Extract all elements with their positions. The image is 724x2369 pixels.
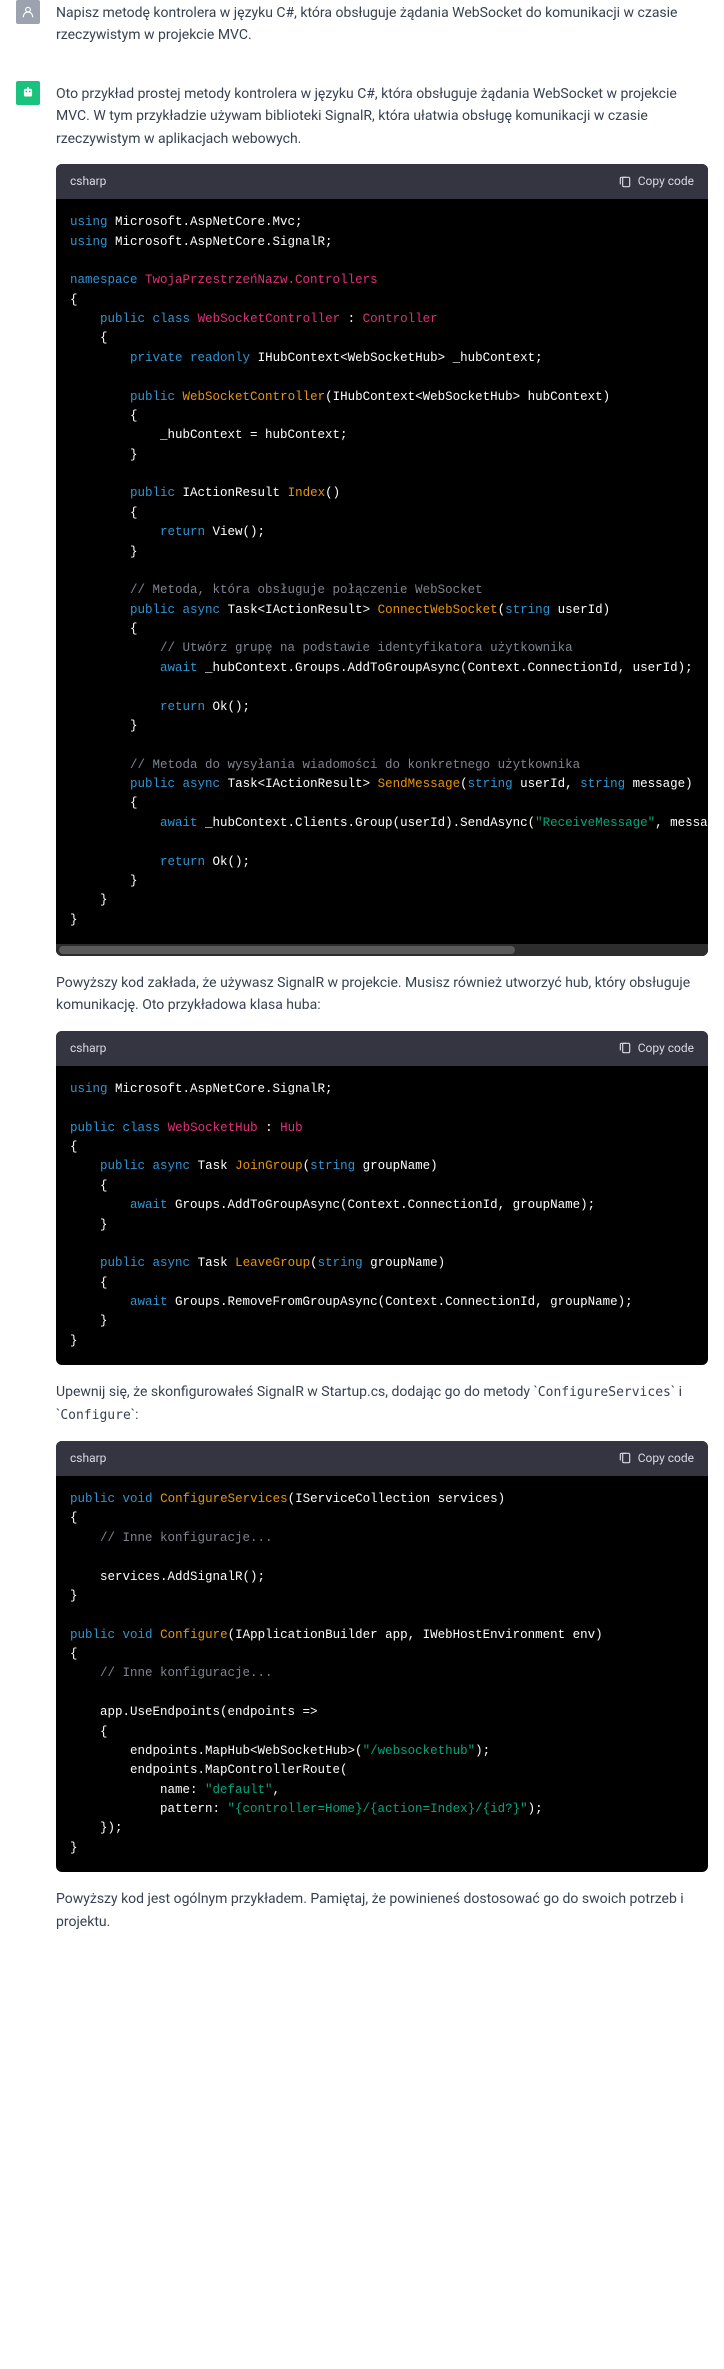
ai-message: Oto przykład prostej metody kontrolera w… <box>0 81 724 1967</box>
code-block-2: csharp Copy code using Microsoft.AspNetC… <box>56 1031 708 1365</box>
ai-outro: Powyższy kod jest ogólnym przykładem. Pa… <box>56 1888 708 1933</box>
code-header: csharp Copy code <box>56 1031 708 1066</box>
code-header: csharp Copy code <box>56 164 708 199</box>
ai-mid1: Powyższy kod zakłada, że używasz SignalR… <box>56 972 708 1017</box>
ai-mid2: Upewnij się, że skonfigurowałeś SignalR … <box>56 1381 708 1427</box>
user-avatar <box>16 0 40 24</box>
bot-icon <box>21 86 35 100</box>
copy-button[interactable]: Copy code <box>618 172 694 191</box>
horizontal-scrollbar[interactable] <box>56 944 708 956</box>
clipboard-icon <box>618 1451 632 1465</box>
copy-button[interactable]: Copy code <box>618 1039 694 1058</box>
code-header: csharp Copy code <box>56 1441 708 1476</box>
code-lang: csharp <box>70 1039 106 1058</box>
code-body[interactable]: public void ConfigureServices(IServiceCo… <box>56 1476 708 1872</box>
user-message: Napisz metodę kontrolera w języku C#, kt… <box>0 0 724 81</box>
user-text: Napisz metodę kontrolera w języku C#, kt… <box>56 2 708 47</box>
code-lang: csharp <box>70 172 106 191</box>
code-lang: csharp <box>70 1449 106 1468</box>
ai-intro: Oto przykład prostej metody kontrolera w… <box>56 83 708 150</box>
code-body[interactable]: using Microsoft.AspNetCore.SignalR; publ… <box>56 1066 708 1365</box>
clipboard-icon <box>618 175 632 189</box>
code-body[interactable]: using Microsoft.AspNetCore.Mvc; using Mi… <box>56 199 708 944</box>
code-block-1: csharp Copy code using Microsoft.AspNetC… <box>56 164 708 956</box>
copy-button[interactable]: Copy code <box>618 1449 694 1468</box>
clipboard-icon <box>618 1041 632 1055</box>
person-icon <box>21 5 35 19</box>
code-block-3: csharp Copy code public void ConfigureSe… <box>56 1441 708 1872</box>
ai-avatar <box>16 81 40 105</box>
